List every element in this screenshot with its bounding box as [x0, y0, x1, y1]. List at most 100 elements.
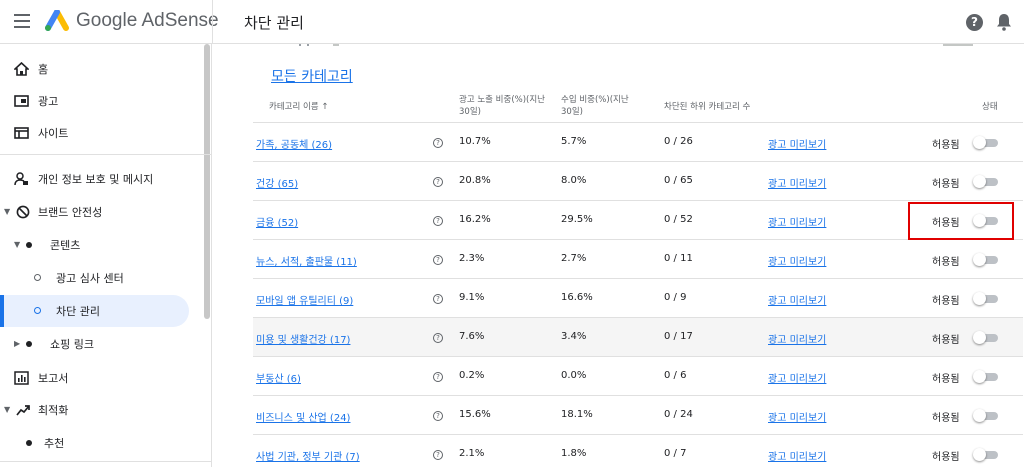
home-icon	[14, 62, 29, 76]
revenue-share: 5.7%	[561, 136, 587, 147]
hamburger-icon[interactable]	[14, 14, 30, 28]
sidebar-item-brand-safety[interactable]: ▼ 브랜드 안전성	[0, 196, 200, 228]
sidebar: 홈 광고 사이트 개인 정보 보호 및 메시지 ▼ 브랜드 안전성 ▼ 콘텐츠 …	[0, 44, 212, 467]
status-toggle[interactable]	[973, 292, 999, 305]
blocked-subcategory-count: 0 / 11	[664, 253, 693, 264]
help-icon[interactable]: ?	[433, 333, 443, 343]
status-toggle[interactable]	[973, 448, 999, 461]
sidebar-item-label: 브랜드 안전성	[38, 206, 103, 219]
sidebar-item-recommendations[interactable]: 추천	[0, 427, 200, 459]
ad-preview-link[interactable]: 광고 미리보기	[768, 448, 826, 463]
help-icon[interactable]: ?	[433, 411, 443, 421]
sidebar-item-home[interactable]: 홈	[0, 53, 200, 85]
ad-preview-link[interactable]: 광고 미리보기	[768, 370, 826, 385]
sidebar-item-blocking-controls[interactable]: 차단 관리	[0, 295, 189, 327]
category-name-link[interactable]: 부동산 (6)	[256, 370, 301, 385]
table-row: 뉴스, 서적, 출판물 (11)? 2.3% 2.7% 0 / 11 광고 미리보기 허용…	[253, 239, 1023, 278]
ad-preview-link[interactable]: 광고 미리보기	[768, 214, 826, 229]
category-name-link[interactable]: 모바일 앱 유틸리티 (9)	[256, 292, 353, 307]
help-icon[interactable]: ?	[433, 216, 443, 226]
sidebar-item-ads[interactable]: 광고	[0, 85, 200, 117]
impression-share: 2.3%	[459, 253, 485, 264]
status-toggle[interactable]	[973, 370, 999, 383]
impression-share: 10.7%	[459, 136, 491, 147]
ad-preview-link[interactable]: 광고 미리보기	[768, 292, 826, 307]
category-name-link[interactable]: 비즈니스 및 산업 (24)	[256, 409, 350, 424]
revenue-share: 1.8%	[561, 448, 587, 459]
help-icon[interactable]: ?	[433, 372, 443, 382]
table-row: 모바일 앱 유틸리티 (9)? 9.1% 16.6% 0 / 9 광고 미리보기 허용됨	[253, 278, 1023, 317]
category-name-link[interactable]: 사법 기관, 정부 기관 (7)	[256, 448, 360, 463]
toggle-knob	[973, 292, 986, 305]
category-name-link[interactable]: 가족, 공동체 (26)	[256, 136, 332, 151]
status-toggle[interactable]	[973, 136, 999, 149]
revenue-share: 3.4%	[561, 331, 587, 342]
sidebar-item-sites[interactable]: 사이트	[0, 117, 200, 149]
blocked-subcategory-count: 0 / 6	[664, 370, 687, 381]
bell-icon[interactable]	[996, 13, 1012, 31]
brand-name: Google AdSense	[76, 10, 219, 31]
sidebar-item-content[interactable]: ▼ 콘텐츠	[0, 229, 200, 261]
section-title[interactable]: 모든 카테고리	[271, 66, 353, 86]
status-label: 허용됨	[932, 296, 960, 307]
help-icon[interactable]: ?	[966, 14, 983, 31]
column-header-revenue: 수입 비중(%)(지난 30일)	[561, 94, 629, 118]
table-row: 미용 및 생활건강 (17)? 7.6% 3.4% 0 / 17 광고 미리보기 허용됨	[253, 317, 1023, 356]
sidebar-item-label: 추천	[44, 437, 65, 450]
revenue-share: 18.1%	[561, 409, 593, 420]
toggle-knob	[973, 370, 986, 383]
help-icon[interactable]: ?	[433, 294, 443, 304]
toggle-knob	[973, 331, 986, 344]
status-toggle[interactable]	[973, 409, 999, 422]
sidebar-scrollbar[interactable]	[204, 44, 210, 319]
ad-preview-link[interactable]: 광고 미리보기	[768, 136, 826, 151]
sites-icon	[14, 127, 29, 139]
status-toggle[interactable]	[973, 175, 999, 188]
sidebar-item-optimization[interactable]: ▼ 최적화	[0, 394, 200, 426]
ad-preview-link[interactable]: 광고 미리보기	[768, 409, 826, 424]
sidebar-item-reports[interactable]: 보고서	[0, 362, 200, 394]
page-title: 차단 관리	[244, 14, 304, 32]
status-label: 허용됨	[932, 452, 960, 463]
sidebar-item-ad-review-center[interactable]: 광고 심사 센터	[0, 262, 200, 294]
table-row: 가족, 공동체 (26)? 10.7% 5.7% 0 / 26 광고 미리보기 허용됨	[253, 122, 1023, 161]
category-name-link[interactable]: 뉴스, 서적, 출판물 (11)	[256, 253, 357, 268]
category-name-link[interactable]: 미용 및 생활건강 (17)	[256, 331, 350, 346]
status-toggle[interactable]	[973, 331, 999, 344]
toggle-knob	[973, 409, 986, 422]
column-header-name[interactable]: 카테고리 이름 ↑	[269, 101, 328, 113]
blocked-subcategory-count: 0 / 24	[664, 409, 693, 420]
block-icon	[16, 205, 30, 219]
sidebar-item-label: 사이트	[38, 127, 69, 140]
circle-icon	[34, 274, 41, 281]
status-label: 허용됨	[932, 335, 960, 346]
category-name-link[interactable]: 건강 (65)	[256, 175, 298, 190]
status-toggle[interactable]	[973, 253, 999, 266]
category-name-link[interactable]: 금융 (52)	[256, 214, 298, 229]
impression-share: 9.1%	[459, 292, 485, 303]
ad-preview-link[interactable]: 광고 미리보기	[768, 331, 826, 346]
highlight-box	[908, 202, 1014, 240]
toggle-knob	[973, 175, 986, 188]
header-divider	[212, 0, 213, 44]
sidebar-item-label: 쇼핑 링크	[50, 338, 94, 351]
impression-share: 15.6%	[459, 409, 491, 420]
ad-preview-link[interactable]: 광고 미리보기	[768, 175, 826, 190]
main-content: 모든 카테고리 카테고리 이름 ↑ 광고 노출 비중(%)(지난 30일) 수입…	[213, 44, 1024, 467]
ad-preview-link[interactable]: 광고 미리보기	[768, 253, 826, 268]
blocked-subcategory-count: 0 / 52	[664, 214, 693, 225]
help-icon[interactable]: ?	[433, 255, 443, 265]
status-label: 허용됨	[932, 413, 960, 424]
help-icon[interactable]: ?	[433, 177, 443, 187]
toggle-knob	[973, 448, 986, 461]
sidebar-item-label: 최적화	[38, 404, 69, 417]
caret-down-icon: ▼	[14, 240, 21, 249]
column-header-revenue-line1: 수입 비중(%)(지난	[561, 95, 629, 105]
sidebar-item-shopping-links[interactable]: ▶ 쇼핑 링크	[0, 328, 200, 360]
status-label: 허용됨	[932, 374, 960, 385]
toggle-knob	[973, 253, 986, 266]
help-icon[interactable]: ?	[433, 138, 443, 148]
column-header-impressions-line1: 광고 노출 비중(%)(지난	[459, 95, 545, 105]
help-icon[interactable]: ?	[433, 450, 443, 460]
sidebar-item-privacy[interactable]: 개인 정보 보호 및 메시지	[0, 163, 200, 195]
